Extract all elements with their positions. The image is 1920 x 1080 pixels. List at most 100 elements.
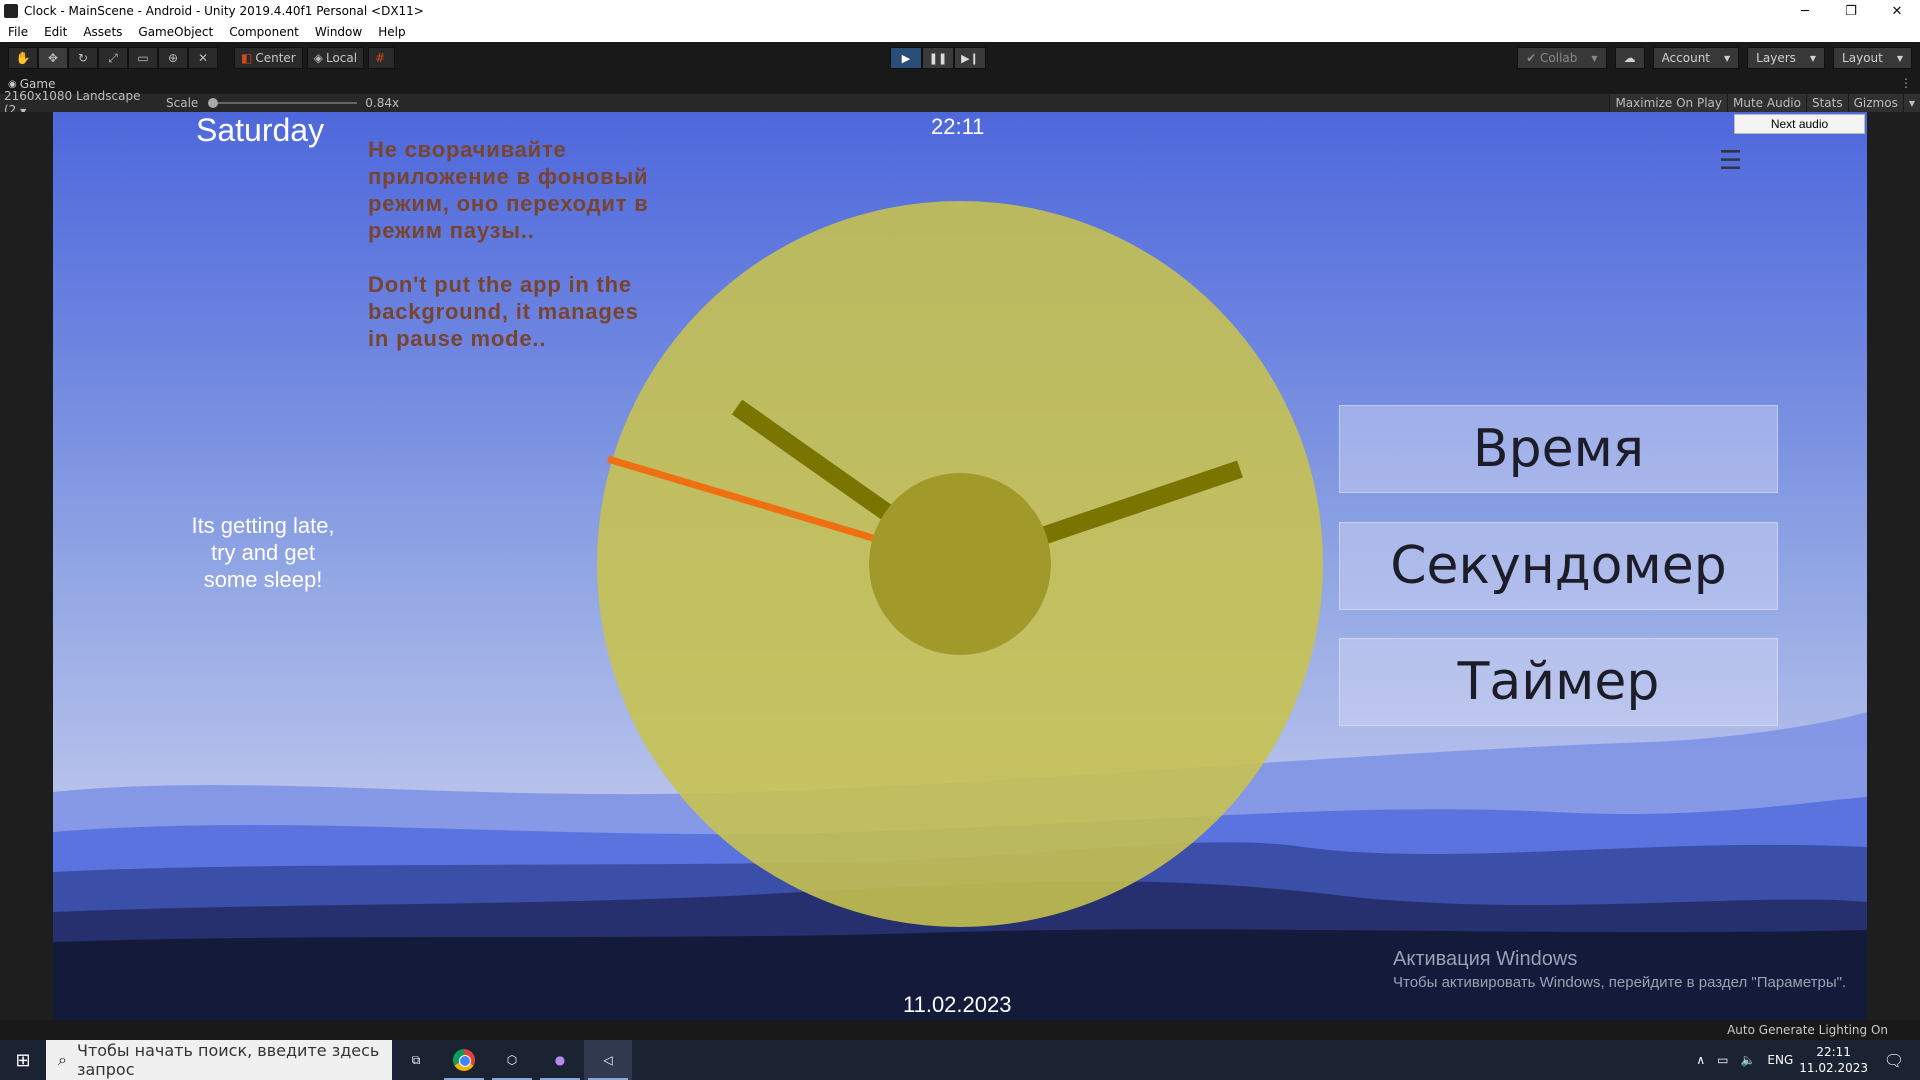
menu-window[interactable]: Window	[307, 25, 370, 39]
search-icon: ⌕	[58, 1050, 67, 1069]
search-placeholder: Чтобы начать поиск, введите здесь запрос	[76, 1041, 380, 1079]
move-icon[interactable]: ✥	[38, 47, 68, 69]
layers-label: Layers	[1756, 51, 1796, 65]
windows-start-icon[interactable]: ⊞	[0, 1040, 46, 1080]
game-screen: Saturday 22:11 Не сворачивайте приложени…	[53, 112, 1867, 1020]
stats-toggle[interactable]: Stats	[1805, 94, 1848, 112]
github-icon: ●	[554, 1053, 566, 1067]
taskbar-search-box[interactable]: ⌕ Чтобы начать поиск, введите здесь запр…	[46, 1040, 392, 1080]
game-bar-options: Maximize On Play Mute Audio Stats Gizmos…	[1609, 94, 1920, 112]
current-date: 11.02.2023	[903, 992, 1012, 1017]
grid-snap-icon: #	[375, 51, 386, 65]
check-icon: ✔	[1526, 51, 1537, 65]
clock-center	[869, 473, 1051, 655]
pivot-label: Center	[255, 51, 296, 65]
chrome-taskbar-icon[interactable]	[440, 1040, 488, 1080]
caret-icon: ▼	[1724, 53, 1731, 63]
menu-edit[interactable]: Edit	[36, 25, 75, 39]
toolbar-right: ✔ Collab ▼ ☁ Account ▼ Layers ▼ Layout ▼	[1509, 47, 1912, 69]
collab-dropdown[interactable]: ✔ Collab ▼	[1517, 47, 1607, 69]
windows-activation-watermark: Активация Windows Чтобы активировать Win…	[1393, 948, 1846, 991]
step-button[interactable]: ▶❙	[954, 47, 986, 69]
snap-toggle[interactable]: #	[368, 47, 396, 69]
game-tab-bar: ◉ Game ⋮	[0, 74, 1920, 94]
cloud-button[interactable]: ☁	[1614, 47, 1645, 69]
rotate-icon[interactable]: ↻	[68, 47, 98, 69]
menu-assets[interactable]: Assets	[75, 25, 130, 39]
window-title: Clock - MainScene - Android - Unity 2019…	[24, 4, 424, 18]
custom-tool-icon[interactable]: ✕	[188, 47, 218, 69]
gizmos-dropdown[interactable]: Gizmos	[1847, 94, 1903, 112]
transform-icon[interactable]: ⊕	[158, 47, 188, 69]
github-desktop-taskbar-icon[interactable]: ●	[536, 1040, 584, 1080]
chrome-icon	[453, 1049, 475, 1071]
day-of-week: Saturday	[196, 112, 325, 148]
menu-component[interactable]: Component	[221, 25, 307, 39]
game-viewport: Saturday 22:11 Не сворачивайте приложени…	[0, 112, 1920, 1020]
cloud-icon: ☁	[1623, 51, 1636, 65]
sleep-message: Its getting late, try and get some sleep…	[191, 513, 335, 592]
menu-help[interactable]: Help	[370, 25, 413, 39]
menu-gameobject[interactable]: GameObject	[130, 25, 221, 39]
tray-time: 22:11	[1816, 1045, 1851, 1059]
unity-editor-taskbar-icon[interactable]: ◁	[584, 1040, 632, 1080]
tray-overflow-icon[interactable]: ∧	[1696, 1053, 1705, 1067]
unity-editor-icon: ◁	[603, 1053, 613, 1067]
space-label: Local	[325, 51, 358, 65]
scale-icon[interactable]: ⤢	[98, 47, 128, 69]
timer-mode-button[interactable]: Таймер	[1339, 638, 1778, 726]
analog-clock	[597, 201, 1323, 927]
notification-icon[interactable]: 🗨	[1874, 1051, 1914, 1070]
windows-taskbar: ⊞ ⌕ Чтобы начать поиск, введите здесь за…	[0, 1040, 1920, 1080]
pivot-icon: ◧	[241, 51, 253, 65]
account-label: Account	[1661, 51, 1711, 65]
hamburger-menu-icon[interactable]: ☰	[1719, 148, 1742, 174]
pause-button[interactable]: ❚❚	[922, 47, 954, 69]
activation-text: Чтобы активировать Windows, перейдите в …	[1393, 974, 1847, 991]
more-options-icon[interactable]: ⋮	[1900, 76, 1912, 90]
system-tray: ∧ ▭ 🔈 ENG 22:11 11.02.2023 🗨	[1690, 1040, 1920, 1080]
tray-clock[interactable]: 22:11 11.02.2023	[1799, 1044, 1868, 1076]
space-toggle[interactable]: ◈ Local	[306, 47, 365, 69]
scale-value: 0.84x	[365, 96, 400, 110]
play-button[interactable]: ▶	[890, 47, 922, 69]
unity-hub-taskbar-icon[interactable]: ⬡	[488, 1040, 536, 1080]
network-icon[interactable]: ▭	[1717, 1053, 1728, 1067]
pivot-toggle[interactable]: ◧ Center	[234, 47, 303, 69]
caret-icon: ▼	[1591, 53, 1598, 63]
background-warning: Не сворачивайте приложение в фоновый реж…	[368, 137, 649, 351]
tray-date: 11.02.2023	[1799, 1061, 1868, 1075]
time-mode-button[interactable]: Время	[1339, 405, 1778, 493]
account-dropdown[interactable]: Account ▼	[1652, 47, 1740, 69]
volume-icon[interactable]: 🔈	[1740, 1053, 1755, 1067]
collab-label: Collab	[1540, 51, 1578, 65]
language-indicator[interactable]: ENG	[1767, 1053, 1793, 1067]
toolbar: ✋ ✥ ↻ ⤢ ▭ ⊕ ✕ ◧ Center ◈ Local # ▶ ❚❚ ▶❙ ✔…	[0, 42, 1920, 74]
layout-label: Layout	[1842, 51, 1883, 65]
caret-icon: ▼	[1809, 53, 1817, 63]
playback-controls: ▶ ❚❚ ▶❙	[890, 47, 986, 69]
caret-icon: ▼	[1896, 53, 1903, 63]
scale-slider-handle[interactable]	[208, 98, 219, 108]
scale-slider[interactable]	[208, 98, 358, 108]
gamepad-icon: ◉	[8, 78, 17, 90]
hand-icon[interactable]: ✋	[8, 47, 38, 69]
minimize-button[interactable]: ─	[1782, 0, 1828, 22]
close-button[interactable]: ✕	[1874, 0, 1920, 22]
rect-icon[interactable]: ▭	[128, 47, 158, 69]
caret-icon[interactable]: ▼	[1902, 94, 1920, 112]
maximize-on-play-toggle[interactable]: Maximize On Play	[1609, 94, 1728, 112]
menu-file[interactable]: File	[0, 25, 36, 39]
unity-app-icon	[4, 4, 18, 18]
local-icon: ◈	[313, 51, 323, 65]
status-bar: Auto Generate Lighting On	[0, 1020, 1920, 1040]
stopwatch-mode-button[interactable]: Секундомер	[1339, 522, 1778, 610]
scale-label: Scale	[166, 96, 199, 110]
mute-audio-toggle[interactable]: Mute Audio	[1727, 94, 1806, 112]
next-audio-button[interactable]: Next audio	[1734, 114, 1865, 134]
layout-dropdown[interactable]: Layout ▼	[1833, 47, 1912, 69]
layers-dropdown[interactable]: Layers ▼	[1747, 47, 1826, 69]
task-view-icon[interactable]: ⧉	[392, 1040, 440, 1080]
activation-title: Активация Windows	[1393, 948, 1578, 970]
restore-button[interactable]: ❐	[1828, 0, 1874, 22]
